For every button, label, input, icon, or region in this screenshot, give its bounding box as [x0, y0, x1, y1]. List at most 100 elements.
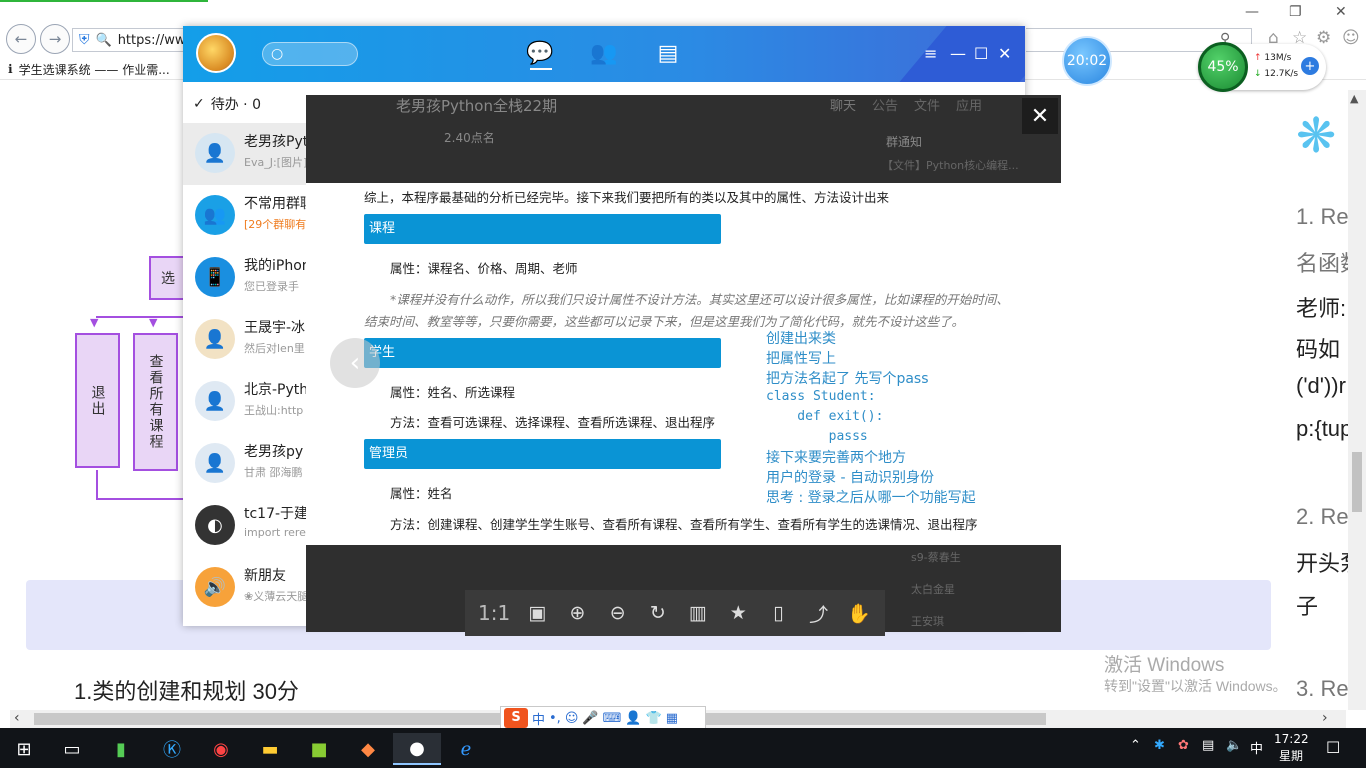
tab-chat[interactable]: 聊天 [830, 95, 856, 114]
usage-percent: 45% [1207, 59, 1239, 75]
tab-apps[interactable]: 应用 [956, 95, 982, 114]
emoji-icon[interactable]: ☺ [565, 711, 579, 726]
close-window-icon[interactable]: ✕ [1335, 4, 1347, 20]
apps-icon[interactable]: ▤ [654, 42, 682, 66]
contact-item[interactable]: 🔊 新朋友 ❀义薄云天腿肌猫申请加 [183, 557, 307, 619]
favorite-icon[interactable]: ★ [723, 602, 753, 624]
back-button[interactable]: ← [6, 24, 36, 54]
vertical-scroll-thumb[interactable] [1352, 452, 1362, 512]
contact-avatar: 📱 [195, 257, 235, 297]
contact-item[interactable]: 👥 不常用群聊 [29个群聊有 [183, 185, 307, 247]
clock-widget[interactable]: 20:02 [1062, 36, 1112, 86]
phone-icon[interactable]: ▯ [763, 602, 793, 624]
contact-item[interactable]: 👤 王晟宇-冰 然后对len里 [183, 309, 307, 371]
note-line: class Student: [766, 389, 876, 404]
scroll-right-icon[interactable]: › [1322, 710, 1328, 726]
folder-icon[interactable]: ▬ [246, 733, 294, 765]
restore-icon[interactable]: ❐ [1289, 4, 1302, 20]
system-clock[interactable]: 17:22 星期三 [1274, 731, 1309, 768]
k-app-icon[interactable]: Ⓚ [148, 733, 196, 765]
minimize-icon[interactable]: — [1245, 4, 1259, 20]
note-line: passs [766, 429, 868, 444]
ie-icon[interactable]: ℯ [442, 733, 490, 765]
contact-last-message: Eva_J:[图片] [244, 156, 307, 169]
contact-item[interactable]: 👤 北京-Pyth 王战山:http [183, 371, 307, 433]
contact-item[interactable]: ◐ tc17-于建 import rere [183, 495, 307, 557]
vertical-scrollbar[interactable] [1348, 90, 1366, 710]
microphone-icon[interactable]: 🎤 [582, 711, 598, 726]
qq-user-avatar[interactable] [196, 33, 236, 73]
maximize-icon[interactable]: ☐ [974, 44, 988, 63]
sogou-logo-icon[interactable]: S [504, 708, 528, 728]
save-icon[interactable]: ▥ [683, 602, 713, 624]
todo-label: 待办 · 0 [210, 97, 261, 113]
forward-button[interactable]: → [40, 24, 70, 54]
qq-icon[interactable]: ● [393, 733, 441, 765]
grid-icon[interactable]: ▦ [666, 711, 678, 726]
contact-name: 不常用群聊 [244, 196, 307, 212]
tray-flower-icon[interactable]: ✿ [1178, 738, 1189, 753]
scroll-up-icon[interactable]: ▲ [1350, 92, 1358, 105]
browser-tab[interactable]: ℹ 学生选课系统 —— 作业需... [0, 58, 180, 80]
task-view-icon[interactable]: ▭ [48, 733, 96, 765]
right-text-7: 2. Re [1296, 504, 1349, 529]
user-icon[interactable]: 👤 [625, 711, 641, 726]
zoom-in-icon[interactable]: ⊕ [562, 602, 592, 624]
flow-box-exit: 退出 [75, 333, 120, 468]
rotate-icon[interactable]: ↻ [643, 602, 673, 624]
ime-mode[interactable]: 中 [532, 709, 545, 728]
ime-language[interactable]: 中 [1250, 738, 1263, 757]
network-icon[interactable]: ▤ [1202, 738, 1214, 753]
tray-app-icon[interactable]: ✱ [1154, 738, 1165, 753]
contact-avatar: 👤 [195, 319, 235, 359]
fit-screen-icon[interactable]: ▣ [522, 602, 552, 624]
contact-avatar: 👥 [195, 195, 235, 235]
contact-item[interactable]: 👤 老男孩py 甘肃 邵海鹏 [183, 433, 307, 495]
contact-avatar: ◐ [195, 505, 235, 545]
actual-size-button[interactable]: 1:1 [476, 601, 512, 625]
scroll-left-icon[interactable]: ‹ [14, 710, 20, 726]
app-chart-icon[interactable]: ▮ [97, 733, 145, 765]
close-viewer-button[interactable]: ✕ [1022, 98, 1058, 134]
member-item: s9-蔡春生 [911, 551, 961, 564]
zoom-out-icon[interactable]: ⊖ [603, 602, 633, 624]
memory-usage-circle[interactable]: 45% [1198, 42, 1248, 92]
group-notice: 群通知 [886, 135, 923, 149]
arrow-up-icon: ↑ [1254, 53, 1265, 63]
snowflake-logo-icon: ❋ [1296, 108, 1337, 164]
contact-last-message: [29个群聊有 [244, 218, 307, 231]
git-icon[interactable]: ◆ [344, 733, 392, 765]
start-icon[interactable]: ⊞ [0, 733, 48, 765]
menu-icon[interactable]: ≡ [924, 44, 937, 63]
punctuation-icon[interactable]: •, [549, 711, 561, 726]
smiley-icon[interactable]: ☺ [1342, 28, 1360, 48]
contact-item[interactable]: 👤 老男孩Python全栈 Eva_J:[图片] [183, 123, 307, 185]
skin-icon[interactable]: 👕 [646, 711, 662, 726]
chat-icon[interactable]: 💬 [526, 42, 554, 66]
minimize-icon[interactable]: — [950, 44, 966, 63]
keyboard-icon[interactable]: ⌨ [603, 711, 622, 726]
address-bar[interactable]: ⛨ 🔍 https://ww [72, 28, 186, 52]
contact-item[interactable]: 📱 我的iPhone 您已登录手 [183, 247, 307, 309]
like-icon[interactable]: ✋ [844, 602, 874, 625]
notification-icon[interactable]: ☐ [1326, 738, 1340, 757]
note-line: def exit(): [766, 409, 884, 424]
previous-image-button[interactable]: ‹ [330, 338, 380, 388]
chrome-icon[interactable]: ◉ [197, 733, 245, 765]
pycharm-icon[interactable]: ■ [295, 733, 343, 765]
settings-gear-icon[interactable]: ⚙ [1316, 28, 1331, 48]
close-icon[interactable]: ✕ [998, 44, 1011, 63]
chat-header-ghost: 老男孩Python全栈22期 聊天 公告 文件 应用 2.40点名 群通知 【文… [306, 95, 1061, 183]
volume-icon[interactable]: 🔈 [1226, 738, 1242, 753]
right-text-1: 1. Re [1296, 204, 1349, 229]
tab-files[interactable]: 文件 [914, 95, 940, 114]
contact-last-message: ❀义薄云天腿肌猫申请加 [244, 590, 307, 603]
ime-toolbar: S 中 •, ☺ 🎤 ⌨ 👤 👕 ▦ [500, 706, 706, 730]
boost-plus-icon[interactable]: + [1301, 57, 1319, 75]
share-icon[interactable]: ⤴ [804, 600, 834, 627]
tab-announcement[interactable]: 公告 [872, 95, 898, 114]
tray-expand-icon[interactable]: ⌃ [1130, 738, 1141, 753]
contacts-icon[interactable]: 👥 [590, 42, 618, 66]
qq-search-input[interactable]: ○ [262, 42, 358, 66]
todo-header[interactable]: ✓ 待办 · 0 [193, 94, 261, 114]
